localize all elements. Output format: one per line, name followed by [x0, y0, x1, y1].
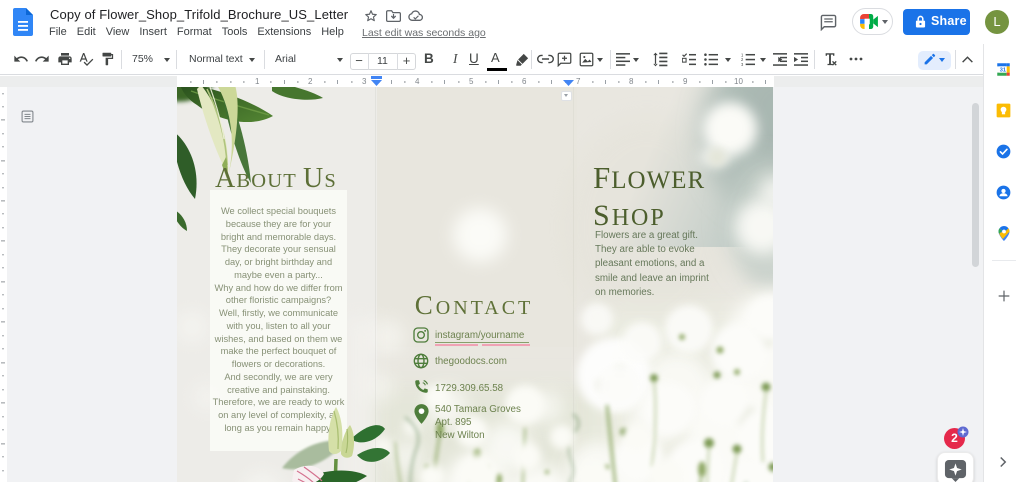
- svg-text:3: 3: [362, 77, 367, 86]
- svg-text:31: 31: [1000, 68, 1006, 74]
- svg-text:2: 2: [308, 77, 313, 86]
- svg-text:5: 5: [469, 77, 474, 86]
- svg-text:6: 6: [522, 77, 527, 86]
- svg-text:1: 1: [741, 53, 744, 57]
- svg-text:3: 3: [741, 62, 744, 66]
- svg-text:7: 7: [576, 77, 581, 86]
- svg-text:8: 8: [629, 77, 634, 86]
- svg-text:10: 10: [734, 77, 743, 86]
- svg-text:4: 4: [415, 77, 420, 86]
- svg-text:9: 9: [683, 77, 688, 86]
- svg-text:1: 1: [255, 77, 260, 86]
